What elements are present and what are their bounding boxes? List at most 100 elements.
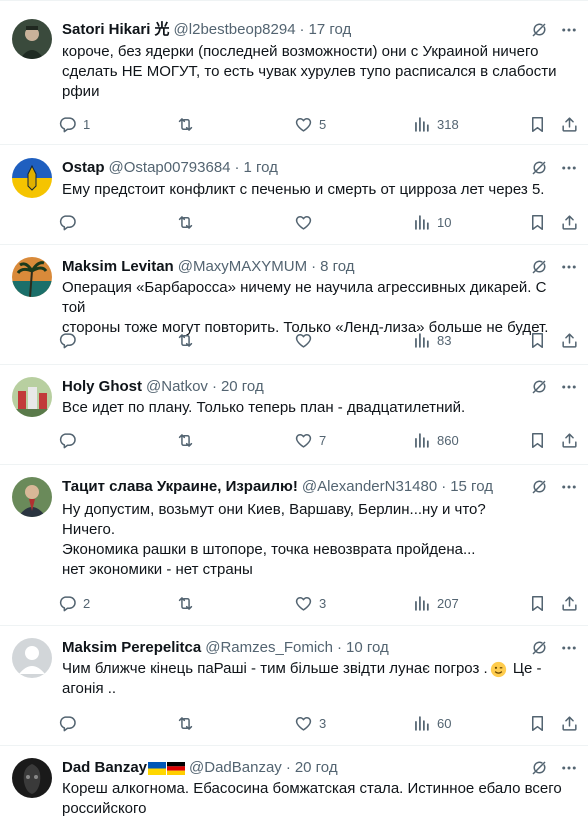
display-name[interactable]: Maksim Levitan bbox=[62, 257, 174, 277]
reply-count: 2 bbox=[83, 596, 91, 611]
more-icon[interactable] bbox=[560, 258, 578, 276]
retweet-icon bbox=[176, 115, 195, 134]
views-icon bbox=[412, 594, 431, 613]
retweet-button[interactable] bbox=[176, 714, 201, 733]
views-button[interactable]: 60 bbox=[412, 714, 451, 733]
bookmark-icon bbox=[528, 115, 547, 134]
reply-post[interactable]: Ostap @Ostap00793684 · 1 год Ему предсто… bbox=[0, 145, 588, 245]
display-name[interactable]: Holy Ghost bbox=[62, 377, 142, 397]
like-icon bbox=[294, 594, 313, 613]
retweet-button[interactable] bbox=[176, 594, 201, 613]
like-button[interactable]: 5 bbox=[294, 115, 326, 134]
user-handle[interactable]: @Ostap00793684 bbox=[109, 158, 231, 178]
like-button[interactable] bbox=[294, 213, 319, 232]
like-button[interactable] bbox=[294, 331, 319, 350]
grok-icon[interactable] bbox=[530, 159, 548, 177]
user-handle[interactable]: @Ramzes_Fomich bbox=[205, 638, 333, 658]
bookmark-button[interactable] bbox=[528, 714, 547, 733]
reply-button[interactable] bbox=[58, 213, 83, 232]
user-handle[interactable]: @l2bestbeop8294 bbox=[174, 20, 296, 40]
share-button[interactable] bbox=[560, 594, 579, 613]
avatar[interactable] bbox=[12, 158, 52, 198]
post-time[interactable]: 10 год bbox=[346, 638, 389, 658]
reply-post[interactable]: Holy Ghost @Natkov · 20 год Все идет по … bbox=[0, 365, 588, 465]
user-handle[interactable]: @DadBanzay bbox=[189, 758, 282, 778]
post-time[interactable]: 20 год bbox=[295, 758, 338, 778]
avatar[interactable] bbox=[12, 377, 52, 417]
user-handle[interactable]: @AlexanderN31480 bbox=[302, 477, 437, 497]
user-handle[interactable]: @Natkov bbox=[146, 377, 208, 397]
grok-icon[interactable] bbox=[530, 478, 548, 496]
reply-post[interactable]: Maksim Perepelitca @Ramzes_Fomich · 10 г… bbox=[0, 626, 588, 746]
grok-icon[interactable] bbox=[530, 258, 548, 276]
display-name[interactable]: Satori Hikari 光 bbox=[62, 20, 170, 40]
action-bar: 1 5 318 bbox=[58, 115, 578, 135]
share-button[interactable] bbox=[560, 714, 579, 733]
more-icon[interactable] bbox=[560, 378, 578, 396]
like-button[interactable]: 3 bbox=[294, 594, 326, 613]
display-name[interactable]: Тацит слава Украине, Израилю! bbox=[62, 477, 298, 497]
user-handle[interactable]: @MaxyMAXYMUM bbox=[178, 257, 307, 277]
reply-button[interactable] bbox=[58, 331, 83, 350]
more-icon[interactable] bbox=[560, 159, 578, 177]
display-name[interactable]: Maksim Perepelitca bbox=[62, 638, 201, 658]
retweet-button[interactable] bbox=[176, 115, 201, 134]
avatar[interactable] bbox=[12, 257, 52, 297]
grok-icon[interactable] bbox=[530, 21, 548, 39]
avatar[interactable] bbox=[12, 19, 52, 59]
reply-post[interactable]: Maksim Levitan @MaxyMAXYMUM · 8 год Опер… bbox=[0, 245, 588, 365]
post-time[interactable]: 20 год bbox=[221, 377, 264, 397]
header-icons bbox=[530, 378, 578, 396]
share-button[interactable] bbox=[560, 431, 579, 450]
retweet-button[interactable] bbox=[176, 213, 201, 232]
more-icon[interactable] bbox=[560, 639, 578, 657]
avatar[interactable] bbox=[12, 477, 52, 517]
reply-post[interactable]: Satori Hikari 光 @l2bestbeop8294 · 17 год… bbox=[0, 1, 588, 145]
bookmark-button[interactable] bbox=[528, 115, 547, 134]
reply-post[interactable]: Dad Banzay @DadBanzay · 20 год Кореш алк… bbox=[0, 746, 588, 820]
reply-button[interactable]: 1 bbox=[58, 115, 90, 134]
display-name[interactable]: Ostap bbox=[62, 158, 105, 178]
grok-icon[interactable] bbox=[530, 378, 548, 396]
header-icons bbox=[530, 759, 578, 777]
grok-icon[interactable] bbox=[530, 639, 548, 657]
avatar[interactable] bbox=[12, 638, 52, 678]
post-time[interactable]: 1 год bbox=[244, 158, 278, 178]
post-time[interactable]: 15 год bbox=[450, 477, 493, 497]
like-count: 5 bbox=[319, 117, 327, 132]
post-time[interactable]: 8 год bbox=[320, 257, 354, 277]
more-icon[interactable] bbox=[560, 478, 578, 496]
post-header: Ostap @Ostap00793684 · 1 год bbox=[62, 158, 528, 178]
views-button[interactable]: 318 bbox=[412, 115, 459, 134]
bookmark-button[interactable] bbox=[528, 594, 547, 613]
bookmark-button[interactable] bbox=[528, 331, 547, 350]
views-button[interactable]: 10 bbox=[412, 213, 451, 232]
reply-button[interactable]: 2 bbox=[58, 594, 90, 613]
like-button[interactable]: 3 bbox=[294, 714, 326, 733]
reply-button[interactable] bbox=[58, 431, 83, 450]
share-button[interactable] bbox=[560, 213, 579, 232]
bookmark-button[interactable] bbox=[528, 431, 547, 450]
header-icons bbox=[530, 159, 578, 177]
share-button[interactable] bbox=[560, 115, 579, 134]
bookmark-button[interactable] bbox=[528, 213, 547, 232]
reply-post[interactable]: Тацит слава Украине, Израилю! @Alexander… bbox=[0, 465, 588, 626]
views-button[interactable]: 860 bbox=[412, 431, 459, 450]
more-icon[interactable] bbox=[560, 759, 578, 777]
retweet-button[interactable] bbox=[176, 331, 201, 350]
reply-icon bbox=[58, 331, 77, 350]
header-icons bbox=[530, 639, 578, 657]
reply-button[interactable] bbox=[58, 714, 83, 733]
post-time[interactable]: 17 год bbox=[309, 20, 352, 40]
grok-icon[interactable] bbox=[530, 759, 548, 777]
views-button[interactable]: 207 bbox=[412, 594, 459, 613]
more-icon[interactable] bbox=[560, 21, 578, 39]
reply-icon bbox=[58, 714, 77, 733]
views-button[interactable]: 83 bbox=[412, 331, 451, 350]
retweet-button[interactable] bbox=[176, 431, 201, 450]
like-button[interactable]: 7 bbox=[294, 431, 326, 450]
share-button[interactable] bbox=[560, 331, 579, 350]
avatar[interactable] bbox=[12, 758, 52, 798]
action-bar: 7 860 bbox=[58, 431, 578, 451]
display-name[interactable]: Dad Banzay bbox=[62, 758, 147, 778]
